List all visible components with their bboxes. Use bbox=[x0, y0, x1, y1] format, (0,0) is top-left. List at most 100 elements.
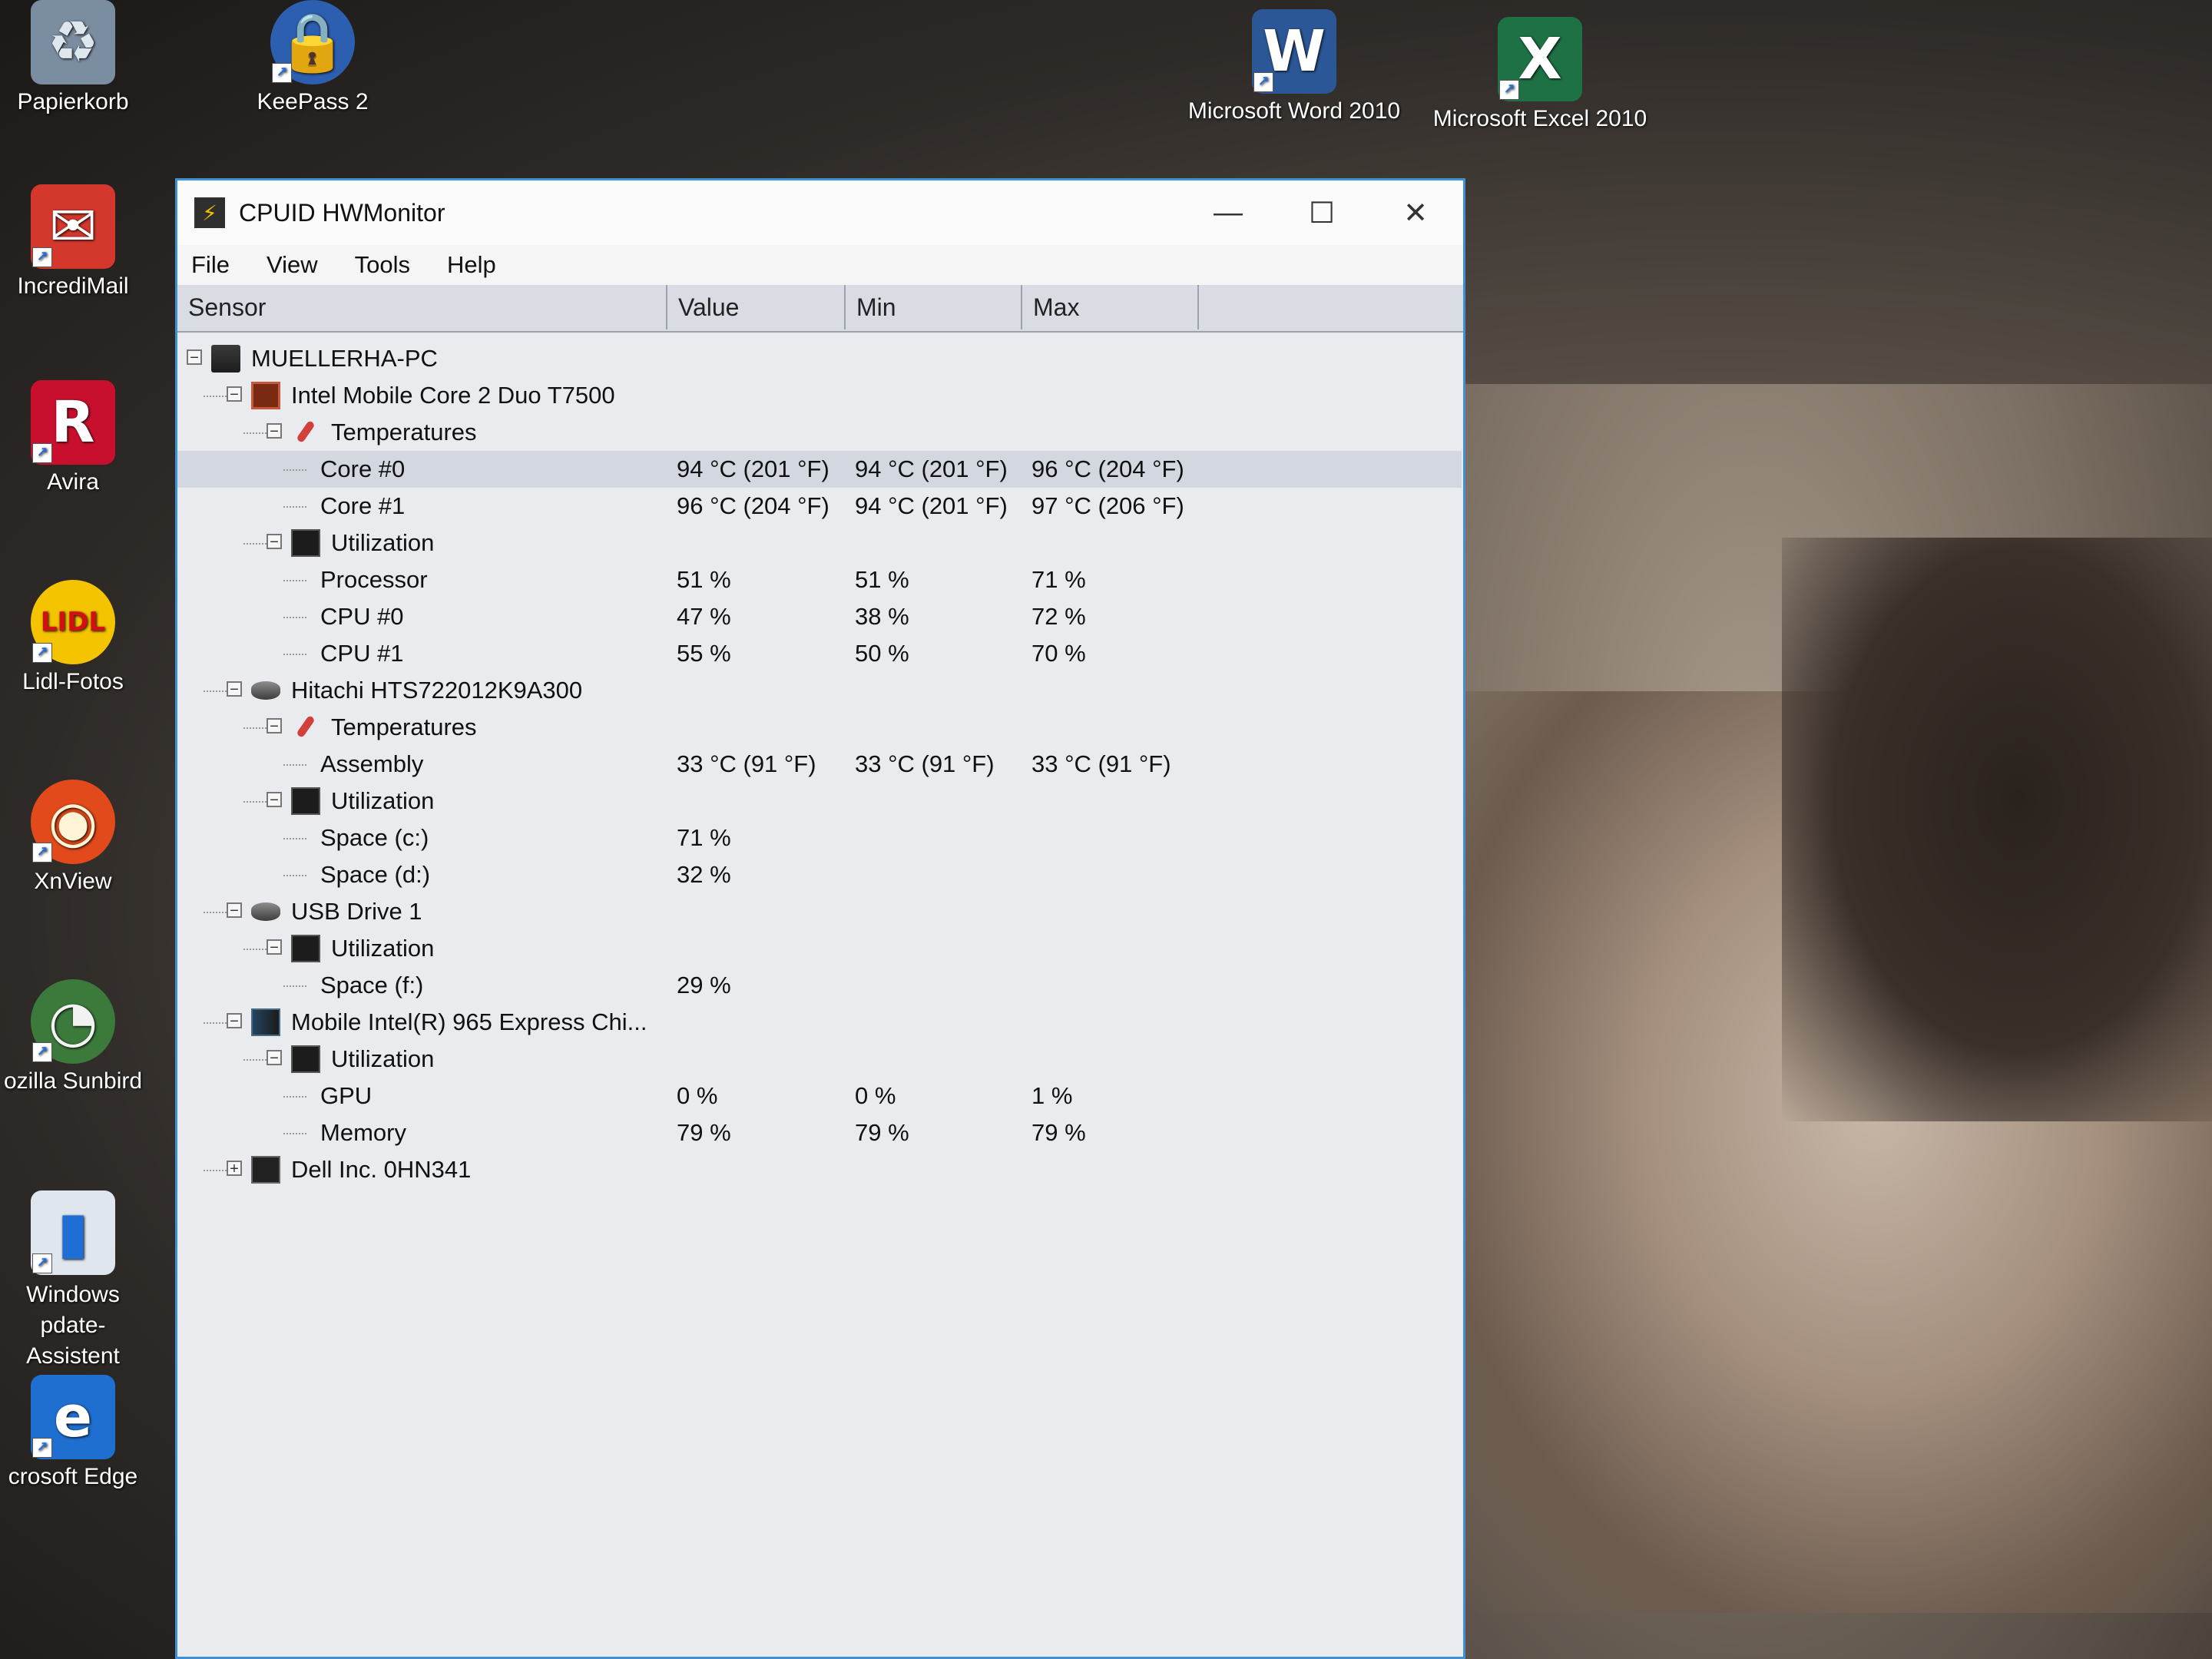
sensor-min: 51 % bbox=[855, 566, 909, 593]
desktop-icon-edge[interactable]: e ↗ crosoft Edge bbox=[0, 1375, 146, 1490]
collapse-toggle[interactable]: − bbox=[267, 534, 282, 550]
sensor-min: 38 % bbox=[855, 603, 909, 630]
tree-row[interactable]: CPU #1 55 % 50 % 70 % bbox=[177, 635, 1462, 672]
menu-help[interactable]: Help bbox=[444, 251, 499, 279]
sensor-max: 96 °C (204 °F) bbox=[1031, 455, 1184, 482]
tree-guide-line bbox=[283, 875, 306, 876]
collapse-toggle[interactable]: − bbox=[227, 681, 242, 697]
sensor-name: MUELLERHA-PC bbox=[251, 345, 438, 372]
tree-row[interactable]: − Utilization bbox=[177, 525, 1462, 561]
sensor-name: Intel Mobile Core 2 Duo T7500 bbox=[291, 382, 615, 409]
tree-row[interactable]: GPU 0 % 0 % 1 % bbox=[177, 1078, 1462, 1114]
tree-row[interactable]: − MUELLERHA-PC bbox=[177, 340, 1462, 377]
sensor-name: GPU bbox=[320, 1082, 373, 1109]
tree-row[interactable]: Core #1 96 °C (204 °F) 94 °C (201 °F) 97 °C… bbox=[177, 488, 1462, 525]
sensor-value: 47 % bbox=[677, 603, 731, 630]
collapse-toggle[interactable]: − bbox=[267, 939, 282, 955]
close-button[interactable]: ✕ bbox=[1369, 180, 1462, 245]
desktop-icon-label: XnView bbox=[34, 869, 112, 894]
utilization-icon bbox=[291, 935, 320, 962]
sensor-name: Memory bbox=[320, 1119, 406, 1146]
collapse-toggle[interactable]: − bbox=[267, 423, 282, 439]
collapse-toggle[interactable]: − bbox=[267, 718, 282, 734]
desktop-icon-excel[interactable]: X ↗ Microsoft Excel 2010 bbox=[1421, 17, 1659, 132]
hwmonitor-app-icon: ⚡ bbox=[194, 197, 225, 228]
desktop-icon-avira[interactable]: R ↗ Avira bbox=[0, 380, 146, 495]
tree-row[interactable]: + Dell Inc. 0HN341 bbox=[177, 1151, 1462, 1188]
desktop-icon-windows-update[interactable]: ▮ ↗ Windows pdate-Assistent bbox=[0, 1190, 146, 1372]
avira-umbrella-icon: R ↗ bbox=[31, 380, 115, 465]
tree-row[interactable]: − Utilization bbox=[177, 1041, 1462, 1078]
tree-guide-line bbox=[243, 543, 267, 545]
sensor-min: 79 % bbox=[855, 1119, 909, 1146]
tree-guide-line bbox=[204, 1170, 227, 1171]
desktop-icon-word[interactable]: W ↗ Microsoft Word 2010 bbox=[1175, 9, 1413, 124]
desktop-icon-xnview[interactable]: ◉ ↗ XnView bbox=[0, 780, 146, 895]
desktop-icon-lidl[interactable]: LIDL ↗ Lidl-Fotos bbox=[0, 580, 146, 695]
collapse-toggle[interactable]: − bbox=[227, 386, 242, 402]
sensor-min: 0 % bbox=[855, 1082, 896, 1109]
desktop-icon-incredimail[interactable]: ✉ ↗ IncrediMail bbox=[0, 184, 146, 300]
tree-row[interactable]: Assembly 33 °C (91 °F) 33 °C (91 °F) 33 °C … bbox=[177, 746, 1462, 783]
incredimail-envelope-icon: ✉ ↗ bbox=[31, 184, 115, 269]
tree-row[interactable]: − USB Drive 1 bbox=[177, 893, 1462, 930]
tree-guide-line bbox=[243, 727, 267, 729]
title-bar[interactable]: ⚡ CPUID HWMonitor — ☐ ✕ bbox=[177, 180, 1463, 245]
collapse-toggle[interactable]: − bbox=[267, 1050, 282, 1066]
sensor-value: 33 °C (91 °F) bbox=[677, 750, 816, 777]
minimize-button[interactable]: — bbox=[1182, 180, 1274, 245]
tree-row[interactable]: − Intel Mobile Core 2 Duo T7500 bbox=[177, 377, 1462, 414]
sensor-value: 29 % bbox=[677, 972, 731, 998]
tree-row[interactable]: − Mobile Intel(R) 965 Express Chi... bbox=[177, 1004, 1462, 1041]
tree-row[interactable]: CPU #0 47 % 38 % 72 % bbox=[177, 598, 1462, 635]
desktop-icon-sunbird[interactable]: ◔ ↗ ozilla Sunbird bbox=[0, 979, 146, 1094]
desktop-icon-keepass[interactable]: 🔒 ↗ KeePass 2 bbox=[240, 0, 386, 115]
column-value[interactable]: Value bbox=[667, 285, 846, 329]
tree-guide-line bbox=[283, 506, 306, 508]
tree-row[interactable]: − Utilization bbox=[177, 783, 1462, 820]
menu-tools[interactable]: Tools bbox=[352, 251, 413, 279]
tree-row[interactable]: Memory 79 % 79 % 79 % bbox=[177, 1114, 1462, 1151]
sensor-name: Core #0 bbox=[320, 455, 406, 482]
tree-row[interactable]: Processor 51 % 51 % 71 % bbox=[177, 561, 1462, 598]
sensor-min: 33 °C (91 °F) bbox=[855, 750, 995, 777]
desktop-icon-label: Lidl-Fotos bbox=[22, 669, 124, 694]
sensor-name: Dell Inc. 0HN341 bbox=[291, 1156, 472, 1183]
collapse-toggle[interactable]: − bbox=[227, 1013, 242, 1029]
tree-row[interactable]: − Temperatures bbox=[177, 414, 1462, 451]
collapse-toggle[interactable]: − bbox=[227, 902, 242, 919]
tree-guide-line bbox=[204, 1022, 227, 1024]
tree-row[interactable]: Space (d:) 32 % bbox=[177, 856, 1462, 893]
desktop-icon-label: Microsoft Word 2010 bbox=[1187, 98, 1401, 124]
tree-guide-line bbox=[283, 469, 306, 471]
xnview-eye-icon: ◉ ↗ bbox=[31, 780, 115, 864]
tree-row[interactable]: Space (c:) 71 % bbox=[177, 820, 1462, 856]
menu-file[interactable]: File bbox=[188, 251, 233, 279]
sensor-max: 71 % bbox=[1031, 566, 1086, 593]
sensor-value: 51 % bbox=[677, 566, 731, 593]
tree-guide-line bbox=[283, 580, 306, 581]
column-max[interactable]: Max bbox=[1022, 285, 1199, 329]
collapse-toggle[interactable]: − bbox=[187, 349, 202, 366]
menu-view[interactable]: View bbox=[263, 251, 321, 279]
tree-row[interactable]: Space (f:) 29 % bbox=[177, 967, 1462, 1004]
lidl-icon: LIDL ↗ bbox=[31, 580, 115, 664]
tree-row[interactable]: − Utilization bbox=[177, 930, 1462, 967]
desktop-icon-papierkorb[interactable]: ♻ Papierkorb bbox=[0, 0, 146, 115]
tree-guide-line bbox=[204, 396, 227, 397]
wallpaper-dog-head bbox=[1782, 538, 2212, 1121]
column-min[interactable]: Min bbox=[846, 285, 1022, 329]
tree-row[interactable]: Core #0 94 °C (201 °F) 94 °C (201 °F) 96 °C… bbox=[177, 451, 1462, 488]
sensor-name: Space (f:) bbox=[320, 972, 424, 998]
maximize-button[interactable]: ☐ bbox=[1276, 180, 1368, 245]
tree-guide-line bbox=[283, 1096, 306, 1098]
column-sensor[interactable]: Sensor bbox=[177, 285, 667, 329]
expand-toggle[interactable]: + bbox=[227, 1161, 242, 1177]
window-title: CPUID HWMonitor bbox=[239, 198, 445, 227]
tree-row[interactable]: − Hitachi HTS722012K9A300 bbox=[177, 672, 1462, 709]
tree-guide-line bbox=[283, 985, 306, 987]
collapse-toggle[interactable]: − bbox=[267, 792, 282, 808]
utilization-icon bbox=[291, 787, 320, 815]
tree-row[interactable]: − Temperatures bbox=[177, 709, 1462, 746]
sensor-max: 70 % bbox=[1031, 640, 1086, 667]
